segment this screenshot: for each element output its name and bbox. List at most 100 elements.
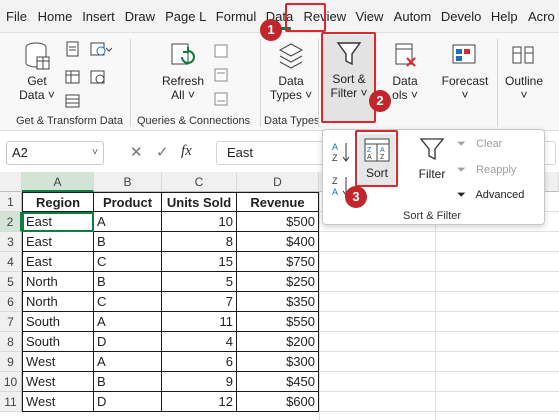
filter-button[interactable]: Filter — [413, 136, 451, 181]
table-cell[interactable]: C — [94, 252, 162, 272]
column-header-d[interactable]: D — [237, 172, 319, 192]
advanced-button[interactable]: ⏷ Advanced — [457, 187, 524, 205]
sort-a-to-z-button[interactable]: A Z — [331, 140, 353, 164]
table-cell[interactable]: $300 — [237, 352, 319, 372]
from-table-icon[interactable] — [65, 69, 81, 85]
select-all-corner[interactable] — [0, 172, 22, 192]
tab-page-l[interactable]: Page L — [159, 0, 210, 33]
existing-connections-icon[interactable] — [65, 93, 81, 109]
tab-draw[interactable]: Draw — [119, 0, 159, 33]
name-box[interactable]: A2 ˅ — [6, 141, 104, 165]
row-header[interactable]: 2 — [0, 212, 22, 232]
table-cell[interactable]: B — [94, 272, 162, 292]
table-cell[interactable]: A — [94, 212, 162, 232]
row-header[interactable]: 3 — [0, 232, 22, 252]
column-header-a[interactable]: A — [22, 172, 94, 192]
table-cell[interactable]: 5 — [162, 272, 237, 292]
table-cell[interactable]: South — [22, 332, 94, 352]
table-cell[interactable]: 11 — [162, 312, 237, 332]
header-cell[interactable]: Revenue — [237, 192, 319, 212]
get-data-button[interactable]: Get Data ˅ — [14, 41, 60, 102]
table-cell[interactable]: A — [94, 352, 162, 372]
active-cell[interactable]: East — [22, 212, 94, 232]
table-cell[interactable]: A — [94, 312, 162, 332]
table-cell[interactable]: B — [94, 232, 162, 252]
table-cell[interactable]: $500 — [237, 212, 319, 232]
enter-icon[interactable]: ✓ — [156, 143, 169, 161]
advanced-label: Advanced — [475, 189, 525, 201]
table-cell[interactable]: $200 — [237, 332, 319, 352]
outline-button[interactable]: Outline ˅ — [500, 41, 548, 102]
row-header[interactable]: 4 — [0, 252, 22, 272]
table-cell[interactable]: $450 — [237, 372, 319, 392]
data-tools-button[interactable]: Data ols ˅ — [382, 41, 428, 102]
table-cell[interactable]: $250 — [237, 272, 319, 292]
refresh-all-label: Refresh — [161, 74, 205, 88]
table-cell[interactable]: North — [22, 292, 94, 312]
table-cell[interactable]: 15 — [162, 252, 237, 272]
from-web-icon[interactable] — [90, 41, 112, 57]
table-cell[interactable]: $400 — [237, 232, 319, 252]
table-cell[interactable]: C — [94, 292, 162, 312]
table-cell[interactable]: West — [22, 352, 94, 372]
table-cell[interactable]: $550 — [237, 312, 319, 332]
row-header[interactable]: 10 — [0, 372, 22, 392]
data-types-button[interactable]: Data Types ˅ — [268, 41, 314, 102]
table-cell[interactable]: West — [22, 392, 94, 412]
properties-icon[interactable] — [213, 67, 229, 83]
clear-button[interactable]: ⏷ Clear — [457, 136, 502, 154]
row-header[interactable]: 1 — [0, 192, 22, 212]
table-cell[interactable]: $350 — [237, 292, 319, 312]
table-cell[interactable]: 9 — [162, 372, 237, 392]
insert-function-icon[interactable]: fx — [181, 143, 192, 160]
row-header[interactable]: 11 — [0, 392, 22, 412]
tab-file[interactable]: File — [0, 0, 32, 33]
table-cell[interactable]: North — [22, 272, 94, 292]
cancel-icon[interactable]: ✕ — [130, 143, 143, 161]
data-types-label-2: Types ˅ — [269, 88, 313, 102]
table-cell[interactable]: $750 — [237, 252, 319, 272]
edit-links-icon[interactable] — [213, 91, 229, 107]
recent-sources-icon[interactable] — [90, 69, 106, 85]
header-cell[interactable]: Product — [94, 192, 162, 212]
column-header-c[interactable]: C — [162, 172, 237, 192]
table-cell[interactable]: 10 — [162, 212, 237, 232]
table-cell[interactable]: South — [22, 312, 94, 332]
row-header[interactable]: 9 — [0, 352, 22, 372]
table-cell[interactable]: D — [94, 332, 162, 352]
table-cell[interactable]: B — [94, 372, 162, 392]
table-cell[interactable]: 4 — [162, 332, 237, 352]
row-header[interactable]: 5 — [0, 272, 22, 292]
queries-icon[interactable] — [213, 43, 229, 59]
from-text-icon[interactable] — [65, 41, 81, 57]
row-header[interactable]: 8 — [0, 332, 22, 352]
tab-acro[interactable]: Acro — [522, 0, 559, 33]
table-cell[interactable]: 8 — [162, 232, 237, 252]
tab-formul[interactable]: Formul — [210, 0, 260, 33]
header-cell[interactable]: Region — [22, 192, 94, 212]
table-cell[interactable]: D — [94, 392, 162, 412]
tab-view[interactable]: View — [349, 0, 387, 33]
forecast-icon — [452, 44, 476, 64]
ribbon-separator — [260, 39, 261, 127]
refresh-all-button[interactable]: Refresh All ˅ — [160, 41, 206, 102]
table-cell[interactable]: East — [22, 232, 94, 252]
forecast-button[interactable]: Forecast ˅ — [438, 41, 492, 102]
column-header-b[interactable]: B — [94, 172, 162, 192]
table-cell[interactable]: East — [22, 252, 94, 272]
tab-insert[interactable]: Insert — [76, 0, 119, 33]
tab-autom[interactable]: Autom — [388, 0, 435, 33]
table-cell[interactable]: 12 — [162, 392, 237, 412]
tab-develo[interactable]: Develo — [435, 0, 485, 33]
table-cell[interactable]: West — [22, 372, 94, 392]
funnel-icon — [419, 138, 445, 161]
reapply-button[interactable]: ⏷ Reapply — [457, 162, 516, 180]
row-header[interactable]: 7 — [0, 312, 22, 332]
tab-help[interactable]: Help — [485, 0, 522, 33]
table-cell[interactable]: $600 — [237, 392, 319, 412]
table-cell[interactable]: 7 — [162, 292, 237, 312]
table-cell[interactable]: 6 — [162, 352, 237, 372]
tab-home[interactable]: Home — [32, 0, 77, 33]
row-header[interactable]: 6 — [0, 292, 22, 312]
header-cell[interactable]: Units Sold — [162, 192, 237, 212]
